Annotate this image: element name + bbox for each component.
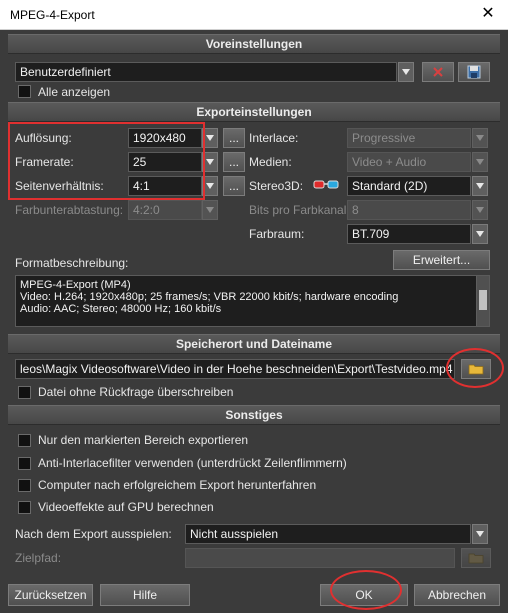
overwrite-label: Datei ohne Rückfrage überschreiben [38, 385, 234, 399]
window-title: MPEG-4-Export [10, 8, 95, 22]
scrollbar-thumb[interactable] [479, 290, 487, 310]
presets-header: Voreinstellungen [8, 34, 500, 54]
title-bar: MPEG-4-Export ✕ [0, 0, 508, 30]
resolution-more-button[interactable]: ... [223, 128, 245, 148]
save-preset-icon [467, 65, 481, 79]
help-button[interactable]: Hilfe [100, 584, 190, 606]
anti-interlace-checkbox[interactable] [18, 457, 31, 470]
location-header: Speicherort und Dateiname [8, 334, 500, 354]
export-selection-checkbox[interactable] [18, 434, 31, 447]
format-desc-line: Audio: AAC; Stereo; 48000 Hz; 160 kbit/s [20, 303, 222, 315]
preset-select[interactable]: Benutzerdefiniert [15, 62, 397, 82]
format-description-label: Formatbeschreibung: [15, 256, 129, 270]
shutdown-checkbox[interactable] [18, 479, 31, 492]
stereo3d-dropdown-button[interactable] [472, 176, 488, 196]
gpu-effects-checkbox[interactable] [18, 501, 31, 514]
media-select[interactable]: Video + Audio [347, 152, 471, 172]
stereo3d-label: Stereo3D: [249, 179, 304, 193]
format-desc-line: MPEG-4-Export (MP4) [20, 279, 131, 291]
delete-preset-button[interactable] [422, 62, 454, 82]
colorspace-select[interactable]: BT.709 [347, 224, 471, 244]
close-icon[interactable]: ✕ [478, 4, 498, 24]
delete-preset-icon [433, 67, 443, 77]
chroma-dropdown-button[interactable] [202, 200, 218, 220]
annotation-highlight-box [8, 122, 205, 200]
after-export-label: Nach dem Export ausspielen: [15, 527, 172, 541]
export-settings-header: Exporteinstellungen [8, 102, 500, 122]
format-description-scrollbar[interactable] [476, 276, 489, 326]
interlace-label: Interlace: [249, 131, 299, 145]
shutdown-label: Computer nach erfolgreichem Export herun… [38, 478, 317, 492]
format-description-text: MPEG-4-Export (MP4) Video: H.264; 1920x4… [15, 275, 490, 327]
advanced-button[interactable]: Erweitert... [393, 250, 490, 270]
reset-button[interactable]: Zurücksetzen [8, 584, 93, 606]
chroma-select[interactable]: 4:2:0 [128, 200, 202, 220]
dialog-body: Voreinstellungen Benutzerdefiniert Alle … [0, 30, 508, 613]
anaglyph-glasses-icon [313, 179, 339, 194]
interlace-dropdown-button[interactable] [472, 128, 488, 148]
bits-select[interactable]: 8 [347, 200, 471, 220]
framerate-more-button[interactable]: ... [223, 152, 245, 172]
media-dropdown-button[interactable] [472, 152, 488, 172]
annotation-highlight-circle [446, 348, 504, 388]
misc-header: Sonstiges [8, 405, 500, 425]
show-all-checkbox[interactable] [18, 85, 31, 98]
after-export-dropdown-button[interactable] [472, 524, 488, 544]
cancel-button[interactable]: Abbrechen [414, 584, 500, 606]
folder-icon [468, 553, 484, 564]
export-selection-label: Nur den markierten Bereich exportieren [38, 433, 249, 447]
bits-dropdown-button[interactable] [472, 200, 488, 220]
media-label: Medien: [249, 155, 292, 169]
show-all-label: Alle anzeigen [38, 85, 111, 99]
target-browse-button[interactable] [461, 548, 491, 568]
chroma-label: Farbunterabtastung: [15, 203, 124, 217]
colorspace-dropdown-button[interactable] [472, 224, 488, 244]
anti-interlace-label: Anti-Interlacefilter verwenden (unterdrü… [38, 456, 347, 470]
interlace-select[interactable]: Progressive [347, 128, 471, 148]
save-preset-button[interactable] [458, 62, 490, 82]
colorspace-label: Farbraum: [249, 227, 305, 241]
target-path-label: Zielpfad: [15, 551, 62, 565]
stereo3d-select[interactable]: Standard (2D) [347, 176, 471, 196]
preset-dropdown-button[interactable] [398, 62, 414, 82]
format-desc-line: Video: H.264; 1920x480p; 25 frames/s; VB… [20, 291, 399, 303]
target-path-input[interactable] [185, 548, 455, 568]
bits-label: Bits pro Farbkanal: [249, 203, 350, 217]
after-export-select[interactable]: Nicht ausspielen [185, 524, 471, 544]
annotation-highlight-circle [330, 570, 402, 610]
file-path-input[interactable]: leos\Magix Videosoftware\Video in der Ho… [15, 359, 455, 379]
gpu-effects-label: Videoeffekte auf GPU berechnen [38, 500, 214, 514]
aspect-more-button[interactable]: ... [223, 176, 245, 196]
overwrite-checkbox[interactable] [18, 386, 31, 399]
